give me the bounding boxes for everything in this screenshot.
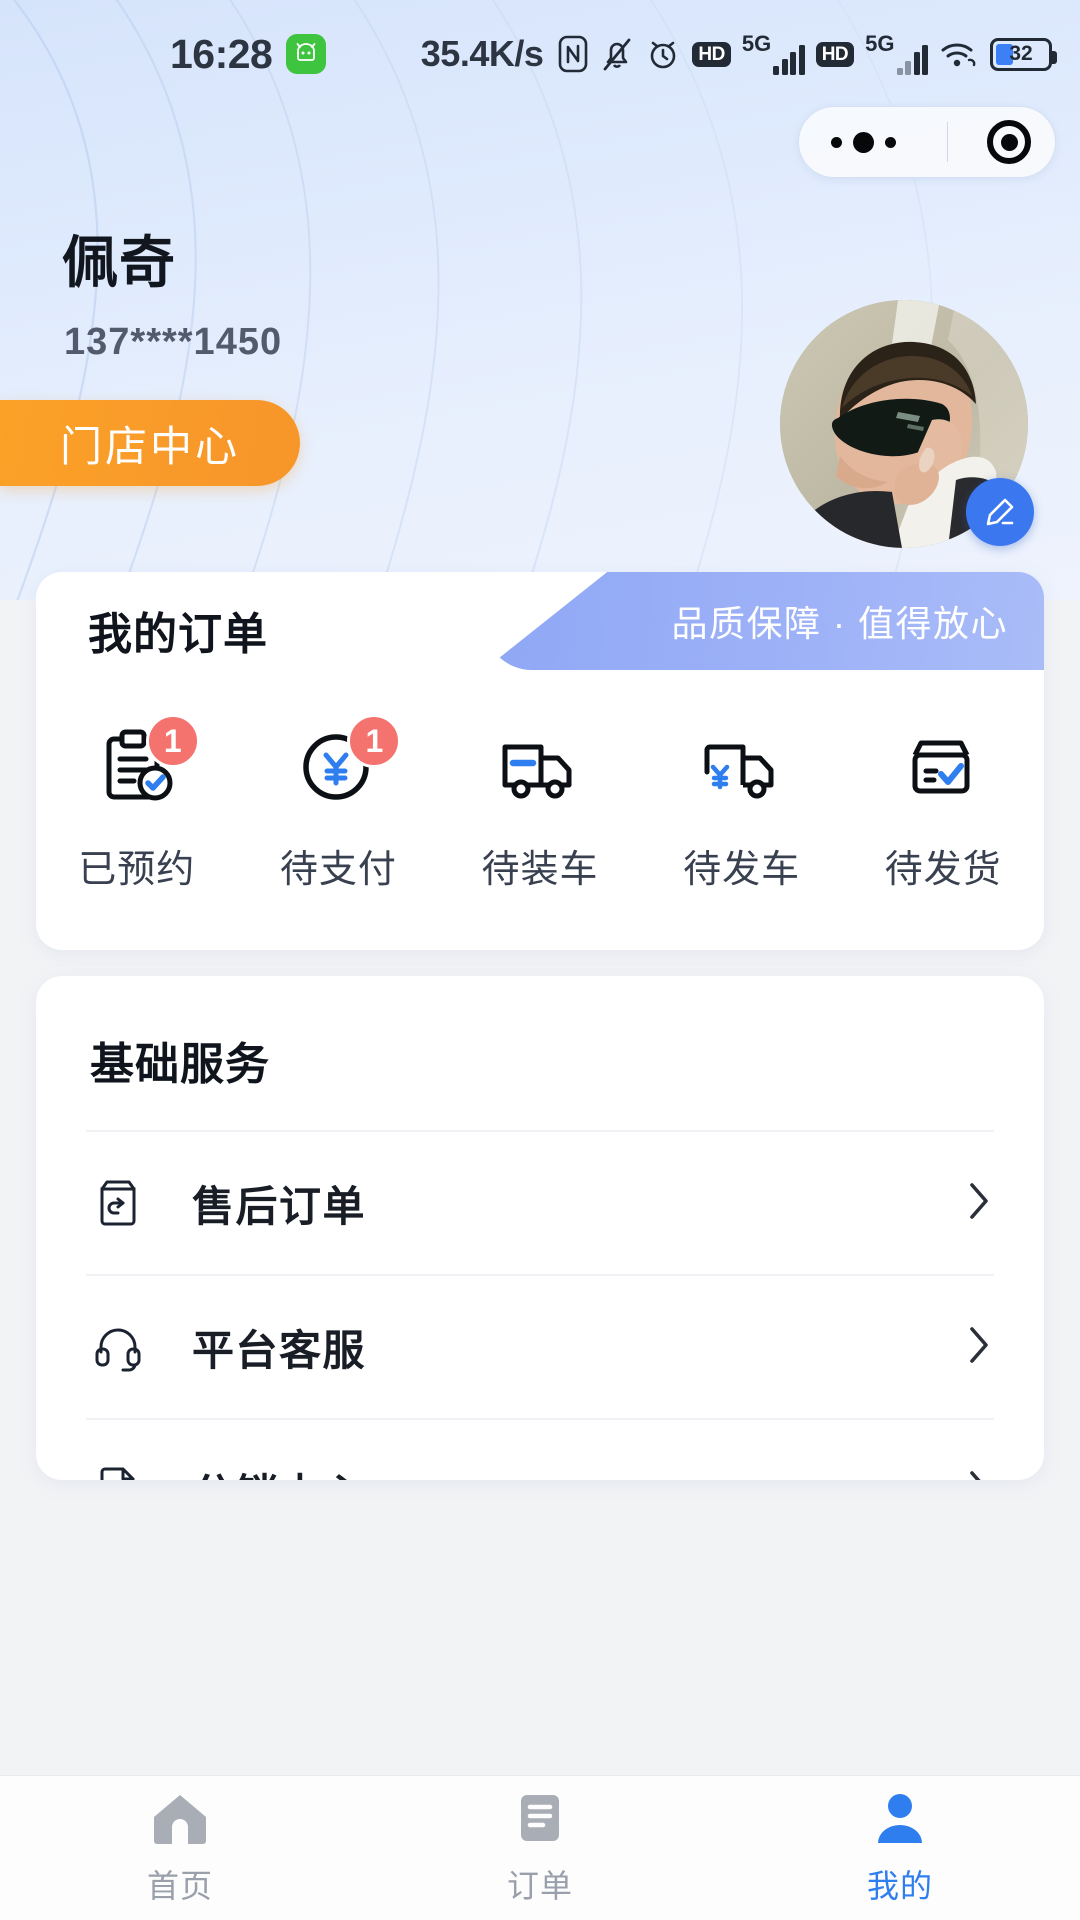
network-speed: 35.4K/s bbox=[420, 33, 544, 74]
5g-signal-icon: 5G bbox=[742, 33, 805, 75]
service-label: 售后订单 bbox=[192, 1182, 367, 1230]
network-gen-label: 5G bbox=[741, 31, 772, 56]
status-time: 16:28 bbox=[170, 30, 273, 77]
tab-home[interactable]: 首页 bbox=[0, 1789, 360, 1907]
edit-pencil-icon[interactable] bbox=[966, 478, 1034, 546]
tab-profile[interactable]: 我的 bbox=[720, 1789, 1080, 1907]
clipboard-check-icon: 1 bbox=[90, 714, 200, 812]
box-check-icon bbox=[896, 722, 990, 812]
avatar-container[interactable] bbox=[780, 300, 1034, 548]
hd-icon: HD bbox=[692, 41, 731, 67]
more-dots-icon[interactable] bbox=[819, 131, 908, 153]
order-status-label: 待装车 bbox=[481, 849, 599, 891]
battery-level: 32 bbox=[1009, 42, 1033, 65]
miniprogram-capsule[interactable] bbox=[798, 106, 1056, 178]
truck-load-icon bbox=[493, 722, 587, 812]
service-label: 平台客服 bbox=[192, 1326, 367, 1374]
status-bar: 16:28 35.4K/s HD 5G HD 5G 32 bbox=[0, 0, 1080, 108]
status-badge: 1 bbox=[145, 714, 200, 768]
chevron-right-icon bbox=[964, 1319, 994, 1376]
tab-orders[interactable]: 订单 bbox=[360, 1789, 720, 1907]
quality-banner: 品质保障 · 值得放心 bbox=[484, 572, 1044, 670]
service-row-distribution[interactable]: 分销中心 bbox=[86, 1418, 994, 1480]
service-row-aftersales[interactable]: 售后订单 bbox=[86, 1130, 994, 1274]
signal-bars bbox=[773, 41, 805, 75]
app-screen: 16:28 35.4K/s HD 5G HD 5G 32 佩奇 137****1… bbox=[0, 0, 1080, 1920]
quality-banner-label: 品质保障 · 值得放心 bbox=[671, 603, 1008, 644]
orders-list-icon bbox=[511, 1789, 569, 1852]
wifi-icon bbox=[939, 35, 979, 73]
chevron-right-icon bbox=[964, 1463, 994, 1480]
service-row-support[interactable]: 平台客服 bbox=[86, 1274, 994, 1418]
status-bar-left: 16:28 bbox=[170, 30, 327, 78]
chevron-right-icon bbox=[964, 1175, 994, 1232]
home-icon bbox=[149, 1789, 211, 1852]
battery-icon: 32 bbox=[990, 37, 1057, 71]
status-bar-right: 35.4K/s HD 5G HD 5G 32 bbox=[420, 33, 1057, 75]
hd-icon-2: HD bbox=[815, 41, 855, 67]
order-status-pending-departure[interactable]: 待发车 bbox=[647, 722, 837, 893]
my-orders-title: 我的订单 bbox=[88, 610, 268, 659]
store-center-button[interactable]: 门店中心 bbox=[0, 400, 300, 486]
my-orders-card: 品质保障 · 值得放心 我的订单 1 已预约 1 待支付 待装车 待发车 待发货 bbox=[36, 572, 1044, 950]
mini-program-target-icon[interactable] bbox=[987, 120, 1032, 164]
order-status-label: 待发车 bbox=[683, 849, 801, 891]
signal-bars-2 bbox=[896, 41, 928, 75]
order-status-row: 1 已预约 1 待支付 待装车 待发车 待发货 bbox=[36, 714, 1044, 893]
order-status-label: 待发货 bbox=[884, 849, 1002, 891]
document-icon bbox=[86, 1465, 150, 1480]
service-label: 分销中心 bbox=[192, 1461, 366, 1481]
alarm-clock-icon bbox=[645, 35, 681, 73]
5g-signal-weak-icon: 5G bbox=[865, 33, 928, 75]
order-status-label: 已预约 bbox=[78, 849, 196, 891]
truck-yuan-icon bbox=[695, 722, 789, 812]
network-gen-label-2: 5G bbox=[865, 31, 895, 56]
capsule-divider bbox=[946, 122, 949, 162]
order-status-pending-shipment[interactable]: 待发货 bbox=[848, 722, 1038, 893]
basic-services-title: 基础服务 bbox=[90, 1040, 270, 1089]
order-status-pending-loading[interactable]: 待装车 bbox=[445, 722, 635, 893]
android-robot-icon bbox=[286, 34, 327, 74]
store-center-label: 门店中心 bbox=[60, 422, 241, 470]
basic-services-card: 基础服务 售后订单 平台客服 bbox=[36, 976, 1044, 1480]
services-list: 售后订单 平台客服 bbox=[36, 1130, 1044, 1480]
refund-box-icon bbox=[86, 1177, 150, 1229]
tab-label: 我的 bbox=[866, 1868, 933, 1904]
headset-icon bbox=[86, 1321, 150, 1373]
tab-label: 订单 bbox=[506, 1868, 573, 1904]
tab-label: 首页 bbox=[146, 1868, 213, 1904]
order-status-pending-payment[interactable]: 1 待支付 bbox=[243, 714, 433, 893]
user-name: 佩奇 bbox=[62, 231, 176, 294]
order-status-label: 待支付 bbox=[279, 849, 397, 891]
bottom-tab-bar: 首页 订单 我的 bbox=[0, 1775, 1080, 1920]
status-badge: 1 bbox=[347, 714, 402, 768]
person-icon bbox=[871, 1789, 929, 1852]
order-status-booked[interactable]: 1 已预约 bbox=[42, 714, 232, 893]
nfc-icon bbox=[557, 35, 589, 73]
bell-muted-icon bbox=[600, 35, 634, 73]
yuan-circle-icon: 1 bbox=[291, 714, 402, 812]
